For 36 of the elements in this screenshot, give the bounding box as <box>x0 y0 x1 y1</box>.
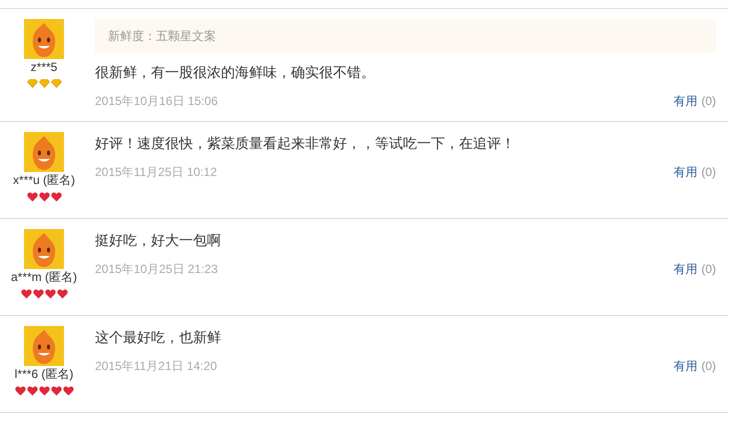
heart-icon <box>50 192 62 202</box>
heart-icon <box>38 192 50 202</box>
username: z***5 <box>30 59 58 75</box>
useful-button[interactable]: 有用 (0) <box>673 163 716 181</box>
heart-icon <box>62 386 74 396</box>
username: a***m (匿名) <box>10 269 77 285</box>
review-date: 2015年11月25日 10:12 <box>95 164 217 181</box>
review-text: 这个最好吃，也新鲜 <box>95 328 222 347</box>
heart-icon <box>26 192 38 202</box>
tag-banner: 新鲜度：五颗星文案 <box>95 19 716 53</box>
review-text: 好评！速度很快，紫菜质量看起来非常好，，等试吃一下，在追评！ <box>95 134 516 153</box>
heart-icon <box>32 289 44 299</box>
diamond-icon <box>38 79 50 88</box>
heart-icon <box>26 386 38 396</box>
review-text: 很新鲜，有一股很浓的海鲜味，确实很不错。 <box>95 63 376 82</box>
review-text: 挺好吃，好大一包啊 <box>95 231 222 250</box>
review-date: 2015年10月25日 21:23 <box>95 261 218 278</box>
username: x***u (匿名) <box>12 172 75 188</box>
diamond-icon <box>26 79 38 88</box>
useful-button[interactable]: 有用 (0) <box>673 260 716 278</box>
heart-icon <box>44 289 56 299</box>
heart-icon <box>38 386 50 396</box>
diamond-icon <box>50 79 62 88</box>
avatar-icon <box>24 132 64 172</box>
review-date: 2015年10月16日 15:06 <box>95 93 218 110</box>
heart-icon <box>20 289 32 299</box>
avatar-icon <box>24 19 64 59</box>
heart-icon <box>56 289 68 299</box>
heart-icon <box>14 386 26 396</box>
useful-button[interactable]: 有用 (0) <box>673 92 716 110</box>
review-date: 2015年11月21日 14:20 <box>95 358 217 375</box>
heart-icon <box>50 386 62 396</box>
avatar-icon <box>24 229 64 269</box>
avatar-icon <box>24 326 64 366</box>
username: l***6 (匿名) <box>14 366 74 382</box>
useful-button[interactable]: 有用 (0) <box>673 357 716 375</box>
